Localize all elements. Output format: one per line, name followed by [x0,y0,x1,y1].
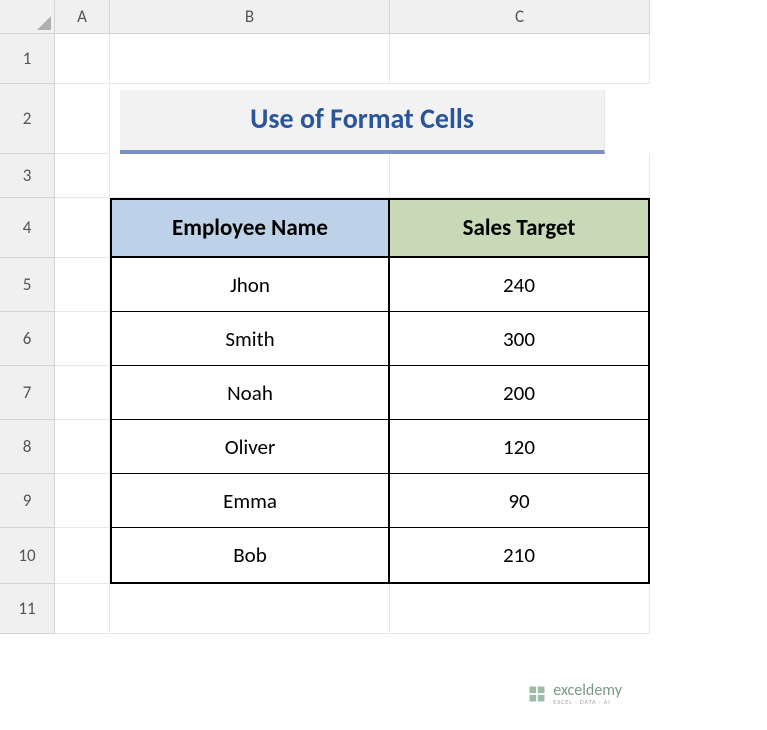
row-header-2[interactable]: 2 [0,84,55,154]
cell-c3[interactable] [390,154,650,198]
cell-a9[interactable] [55,474,110,528]
cell-b11[interactable] [110,584,390,634]
row-header-1[interactable]: 1 [0,34,55,84]
select-all-corner[interactable] [0,0,55,34]
cell-c1[interactable] [390,34,650,84]
cell-a11[interactable] [55,584,110,634]
cell-a8[interactable] [55,420,110,474]
cell-a4[interactable] [55,198,110,258]
spreadsheet-grid: A B C 1 2 Use of Format Cells 3 4 Employ… [0,0,767,634]
row-header-10[interactable]: 10 [0,528,55,584]
cell-b3[interactable] [110,154,390,198]
cell-a6[interactable] [55,312,110,366]
cell-a5[interactable] [55,258,110,312]
col-header-a[interactable]: A [55,0,110,34]
col-header-b[interactable]: B [110,0,390,34]
cell-c11[interactable] [390,584,650,634]
table-header-target[interactable]: Sales Target [390,198,650,258]
table-row[interactable]: Emma [110,474,390,528]
col-header-c[interactable]: C [390,0,650,34]
row-header-6[interactable]: 6 [0,312,55,366]
table-row[interactable]: 200 [390,366,650,420]
row-header-11[interactable]: 11 [0,584,55,634]
watermark: exceldemy EXCEL · DATA · AI [527,683,622,705]
table-row[interactable]: Smith [110,312,390,366]
table-row[interactable]: 300 [390,312,650,366]
table-row[interactable]: Noah [110,366,390,420]
table-header-name[interactable]: Employee Name [110,198,390,258]
table-row[interactable]: 90 [390,474,650,528]
exceldemy-logo-icon [527,684,547,704]
cell-a1[interactable] [55,34,110,84]
table-row[interactable]: Jhon [110,258,390,312]
watermark-sub: EXCEL · DATA · AI [553,699,622,705]
row-header-9[interactable]: 9 [0,474,55,528]
cell-a10[interactable] [55,528,110,584]
cell-a3[interactable] [55,154,110,198]
table-row[interactable]: 210 [390,528,650,584]
table-row[interactable]: 120 [390,420,650,474]
row-header-4[interactable]: 4 [0,198,55,258]
table-row[interactable]: Oliver [110,420,390,474]
cell-a7[interactable] [55,366,110,420]
watermark-main: exceldemy [553,683,622,699]
row-header-7[interactable]: 7 [0,366,55,420]
table-row[interactable]: 240 [390,258,650,312]
cell-b1[interactable] [110,34,390,84]
row-header-8[interactable]: 8 [0,420,55,474]
row-header-3[interactable]: 3 [0,154,55,198]
title-cell[interactable]: Use of Format Cells [120,90,605,154]
cell-a2[interactable] [55,84,110,154]
table-row[interactable]: Bob [110,528,390,584]
row-header-5[interactable]: 5 [0,258,55,312]
